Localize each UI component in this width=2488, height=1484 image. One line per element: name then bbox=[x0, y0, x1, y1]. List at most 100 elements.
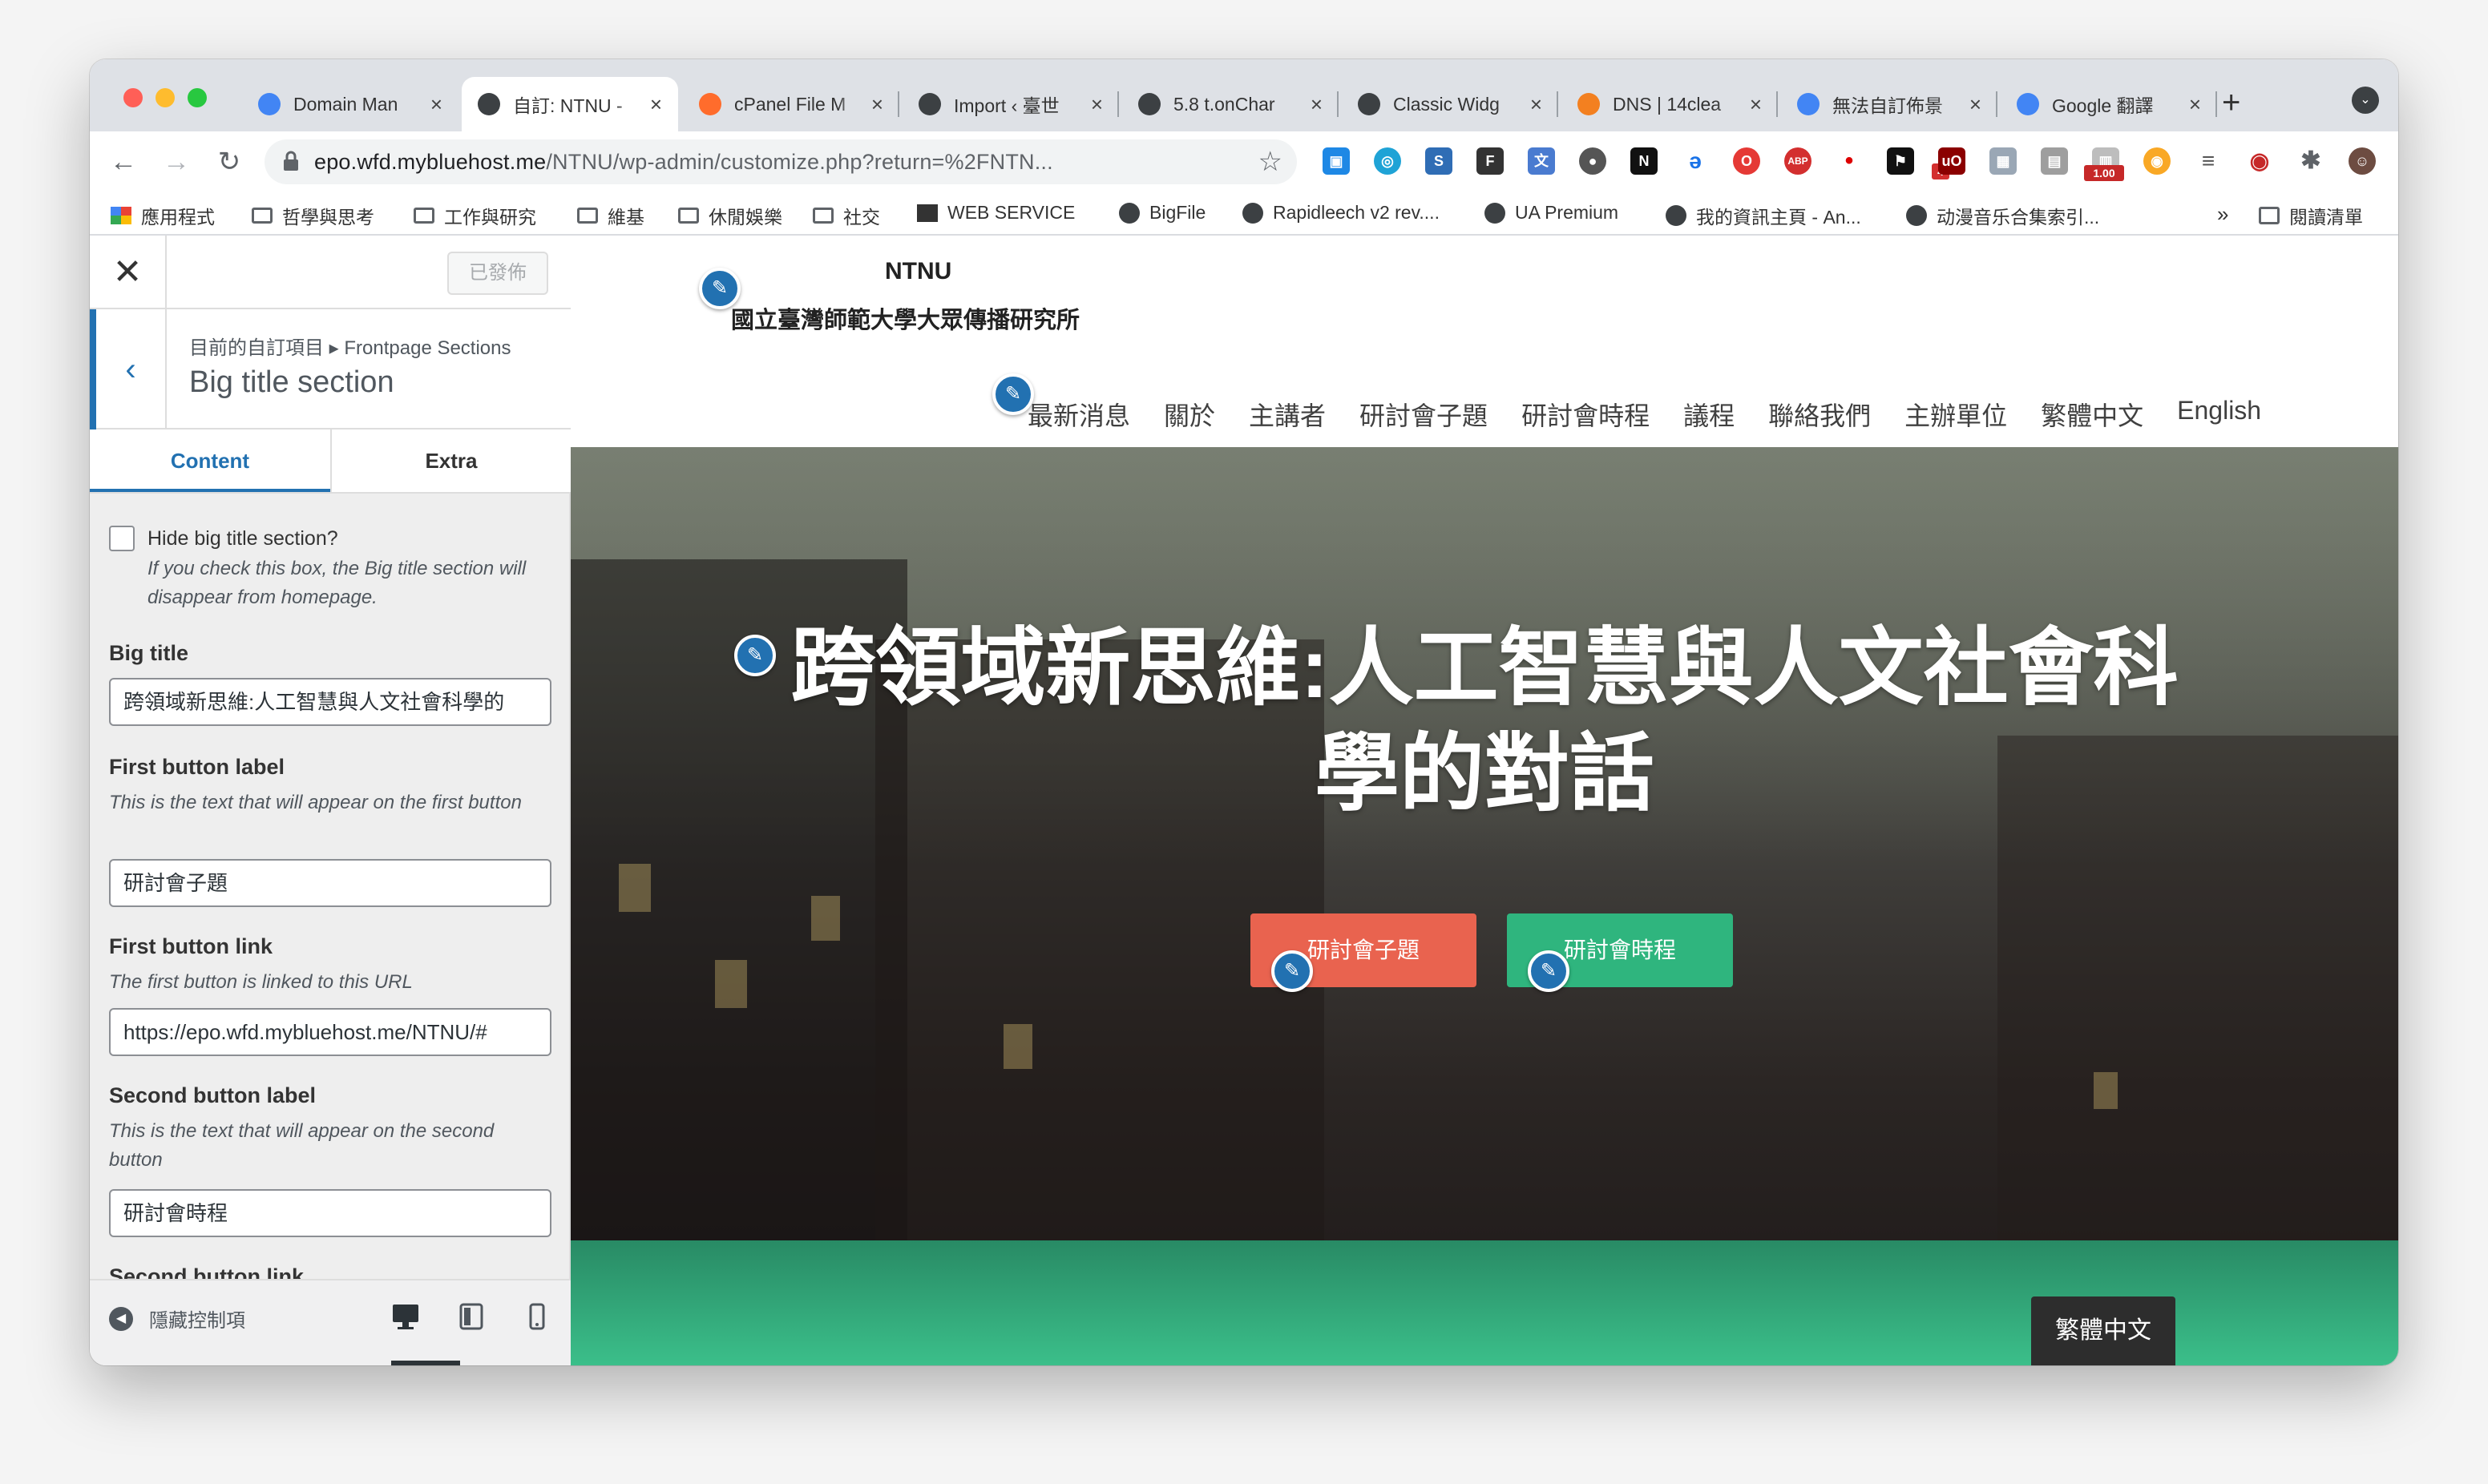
bookmark-item[interactable]: 动漫音乐合集索引... bbox=[1906, 202, 2099, 229]
browser-tab[interactable]: 自訂: NTNU - × bbox=[462, 77, 678, 131]
bookmark-item[interactable]: 社交 bbox=[813, 202, 880, 229]
bookmark-item[interactable]: 哲學與思考 bbox=[252, 202, 374, 229]
bookmark-item[interactable]: 工作與研究 bbox=[414, 202, 536, 229]
close-window-button[interactable] bbox=[123, 88, 143, 107]
extension-icon-2[interactable]: ◎ bbox=[1374, 147, 1401, 175]
edit-pencil-icon[interactable]: ✎ bbox=[1271, 950, 1313, 992]
extension-icon-4[interactable]: F bbox=[1476, 147, 1504, 175]
desktop-preview-icon[interactable] bbox=[391, 1301, 420, 1332]
speed-badge: 1.00 bbox=[2084, 165, 2124, 181]
browser-tab[interactable]: 無法自訂佈景 × bbox=[1781, 77, 1997, 131]
hero-title[interactable]: 跨領域新思維:人工智慧與人文社會科 學的對話 bbox=[571, 615, 2398, 827]
maximize-window-button[interactable] bbox=[188, 88, 207, 107]
menu-item[interactable]: 主講者 bbox=[1249, 396, 1326, 433]
tab-search-icon[interactable]: ⌄ bbox=[2352, 87, 2379, 114]
bookmark-item[interactable]: UA Premium bbox=[1484, 202, 1618, 224]
extension-icon-12[interactable]: ⚑ bbox=[1887, 147, 1914, 175]
hide-big-title-checkbox[interactable] bbox=[109, 526, 135, 551]
reload-icon[interactable]: ↻ bbox=[210, 143, 248, 181]
menu-item[interactable]: 研討會時程 bbox=[1521, 396, 1650, 433]
close-tab-icon[interactable]: × bbox=[1750, 92, 1762, 117]
bookmark-item[interactable]: 休閒娛樂 bbox=[678, 202, 782, 229]
close-tab-icon[interactable]: × bbox=[1530, 92, 1542, 117]
edit-pencil-icon[interactable]: ✎ bbox=[699, 268, 741, 309]
close-tab-icon[interactable]: × bbox=[2189, 92, 2201, 117]
extension-icon-17[interactable]: ◉ bbox=[2143, 147, 2171, 175]
bookmark-star-icon[interactable]: ☆ bbox=[1258, 146, 1282, 178]
menu-item[interactable]: 研討會子題 bbox=[1359, 396, 1488, 433]
browser-tab[interactable]: Classic Widg × bbox=[1342, 77, 1558, 131]
extension-icon-11[interactable]: • bbox=[1836, 147, 1863, 175]
menu-item[interactable]: 聯絡我們 bbox=[1768, 396, 1871, 433]
first-button-link-input[interactable]: https://epo.wfd.mybluehost.me/NTNU/# bbox=[109, 1008, 551, 1056]
tab-content[interactable]: Content bbox=[90, 429, 330, 492]
bookmark-item[interactable]: 我的資訊主頁 - An... bbox=[1666, 202, 1861, 229]
bookmark-item[interactable]: WEB SERVICE bbox=[917, 202, 1075, 224]
tab-extra[interactable]: Extra bbox=[330, 429, 571, 492]
eye-icon[interactable]: ◉ bbox=[2246, 147, 2273, 175]
close-tab-icon[interactable]: × bbox=[1969, 92, 1981, 117]
bookmark-item[interactable]: 維基 bbox=[577, 202, 644, 229]
back-icon[interactable]: ← bbox=[104, 143, 143, 181]
close-customizer-icon[interactable]: ✕ bbox=[90, 236, 167, 309]
browser-tab[interactable]: DNS | 14clea × bbox=[1561, 77, 1778, 131]
language-switcher[interactable]: 繁體中文 bbox=[2031, 1296, 2175, 1365]
close-tab-icon[interactable]: × bbox=[430, 92, 442, 117]
bookmark-item[interactable]: Rapidleech v2 rev.... bbox=[1242, 202, 1440, 224]
tablet-preview-icon[interactable] bbox=[457, 1301, 486, 1332]
extension-icon-14[interactable]: ▦ bbox=[1989, 147, 2017, 175]
extension-icon-6[interactable]: ● bbox=[1579, 147, 1606, 175]
reader-icon[interactable]: ≡ bbox=[2195, 147, 2222, 175]
big-title-input[interactable]: 跨領域新思維:人工智慧與人文社會科學的 bbox=[109, 678, 551, 726]
publish-button[interactable]: 已發佈 bbox=[447, 252, 548, 295]
menu-item[interactable]: 繁體中文 bbox=[2041, 396, 2143, 433]
extension-icon-15[interactable]: ▤ bbox=[2041, 147, 2068, 175]
address-bar[interactable]: epo.wfd.mybluehost.me/NTNU/wp-admin/cust… bbox=[265, 139, 1297, 184]
reading-list[interactable]: 閱讀清單 bbox=[2259, 202, 2363, 229]
puzzle-icon[interactable]: ✱ bbox=[2297, 147, 2324, 175]
first-button-label-input[interactable]: 研討會子題 bbox=[109, 859, 551, 907]
opera-ext-icon[interactable]: O bbox=[1733, 147, 1760, 175]
back-chevron-icon[interactable]: ‹ bbox=[90, 309, 167, 429]
menu-item[interactable]: 議程 bbox=[1683, 396, 1735, 433]
edit-pencil-icon[interactable]: ✎ bbox=[1528, 950, 1569, 992]
bookmark-label: 我的資訊主頁 - An... bbox=[1696, 207, 1861, 228]
mobile-preview-icon[interactable] bbox=[523, 1301, 551, 1332]
ublock-icon[interactable]: uO bbox=[1938, 147, 1965, 175]
folder-icon bbox=[678, 208, 699, 224]
avatar[interactable]: ☺ bbox=[2349, 147, 2376, 175]
menu-item[interactable]: 關於 bbox=[1164, 396, 1215, 433]
extension-icon-3[interactable]: S bbox=[1425, 147, 1452, 175]
minimize-window-button[interactable] bbox=[156, 88, 175, 107]
site-logo-title[interactable]: NTNU bbox=[885, 258, 951, 285]
forward-icon[interactable]: → bbox=[157, 143, 196, 181]
bookmark-item[interactable]: BigFile bbox=[1119, 202, 1206, 224]
close-tab-icon[interactable]: × bbox=[1311, 92, 1323, 117]
menu-item[interactable]: 主辦單位 bbox=[1904, 396, 2007, 433]
section-header: ‹ 目前的自訂項目 ▸ Frontpage Sections Big title… bbox=[90, 309, 571, 429]
browser-tab[interactable]: Google 翻譯 × bbox=[2001, 77, 2217, 131]
bookmark-item[interactable]: 應用程式 bbox=[111, 202, 215, 229]
close-tab-icon[interactable]: × bbox=[1091, 92, 1103, 117]
adblock-icon[interactable]: ABP bbox=[1784, 147, 1811, 175]
menu-item[interactable]: 最新消息 bbox=[1028, 396, 1130, 433]
tab-title: 無法自訂佈景 bbox=[1832, 95, 1943, 116]
translate-ext-icon[interactable]: 文 bbox=[1528, 147, 1555, 175]
browser-tab[interactable]: 5.8 t.onChar × bbox=[1122, 77, 1339, 131]
browser-tab[interactable]: Domain Man × bbox=[242, 77, 458, 131]
new-tab-button[interactable]: + bbox=[2222, 87, 2240, 119]
extension-icon-7[interactable]: N bbox=[1630, 147, 1658, 175]
close-tab-icon[interactable]: × bbox=[650, 92, 662, 117]
bookmarks-overflow[interactable]: » bbox=[2217, 202, 2228, 227]
extension-icon-8[interactable]: ə bbox=[1682, 147, 1709, 175]
extension-icon-1[interactable]: ▣ bbox=[1323, 147, 1350, 175]
menu-item[interactable]: English bbox=[2177, 396, 2261, 433]
browser-tab[interactable]: Import ‹ 臺世 × bbox=[903, 77, 1119, 131]
close-tab-icon[interactable]: × bbox=[871, 92, 883, 117]
second-button-label-input[interactable]: 研討會時程 bbox=[109, 1189, 551, 1237]
browser-tab[interactable]: cPanel File M × bbox=[683, 77, 899, 131]
site-logo-subtitle[interactable]: 國立臺灣師範大學大眾傳播研究所 bbox=[731, 301, 1080, 335]
edit-pencil-icon[interactable]: ✎ bbox=[734, 635, 776, 676]
hide-controls-button[interactable]: ◀ 隱藏控制項 bbox=[109, 1305, 245, 1333]
more-menu-icon[interactable]: ⋮ bbox=[2393, 147, 2398, 175]
